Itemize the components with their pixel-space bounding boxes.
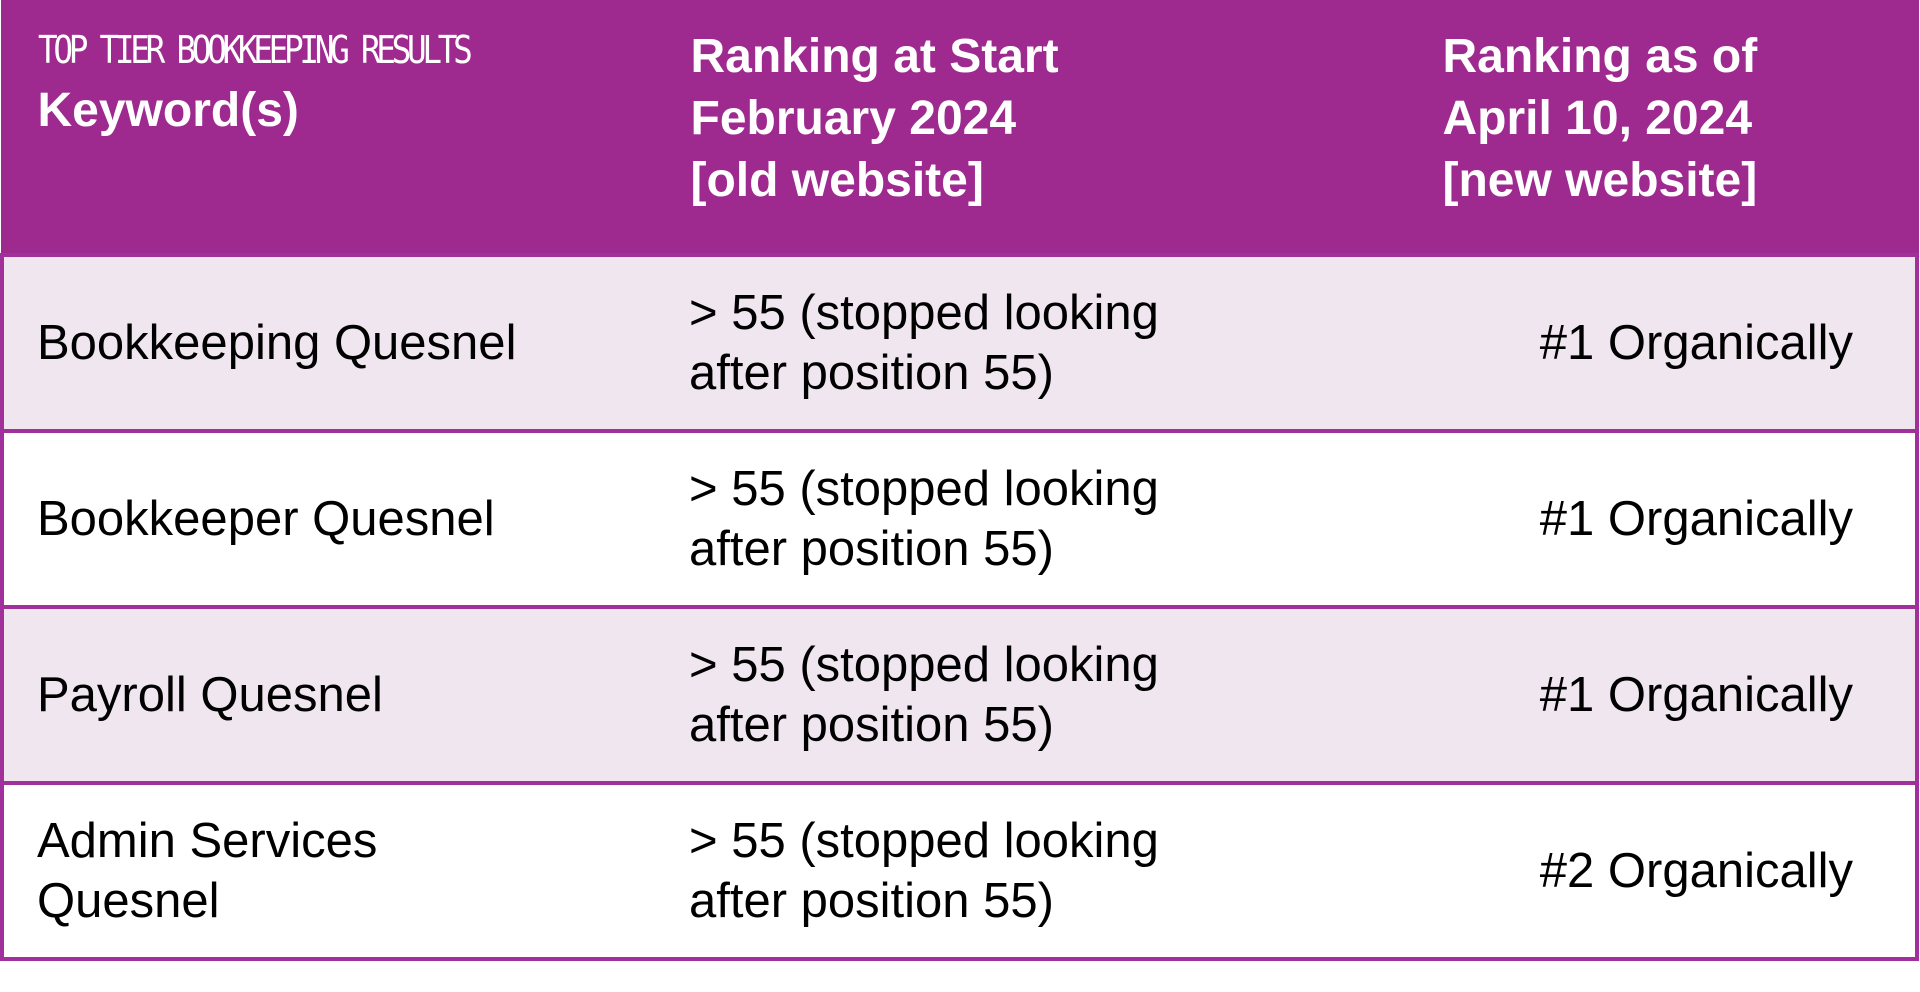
header-keywords-label: Keyword(s)	[37, 84, 299, 137]
header-keywords: TOP TIER BOOKKEEPING RESULTS Keyword(s)	[0, 0, 657, 255]
header-line: Ranking at Start	[690, 30, 1059, 83]
current-ranking-cell: #1 Organically	[1407, 429, 1919, 609]
header-line: [old website]	[690, 154, 984, 207]
start-ranking-cell: > 55 (stopped looking after position 55)	[655, 253, 1407, 433]
table-header-row: TOP TIER BOOKKEEPING RESULTS Keyword(s) …	[0, 0, 1919, 255]
header-ranking-current: Ranking as of April 10, 2024 [new websit…	[1405, 0, 1919, 255]
keyword-cell: Bookkeeping Quesnel	[0, 253, 655, 433]
current-ranking-cell: #1 Organically	[1407, 605, 1919, 785]
header-ranking-start: Ranking at Start February 2024 [old webs…	[653, 0, 1409, 255]
keyword-line: Quesnel	[37, 874, 220, 928]
current-ranking-cell: #2 Organically	[1407, 781, 1919, 961]
header-line: April 10, 2024	[1442, 92, 1753, 145]
keyword-line: Admin Services	[37, 814, 378, 868]
start-ranking-cell: > 55 (stopped looking after position 55)	[655, 605, 1407, 785]
start-ranking-line: > 55 (stopped looking	[689, 286, 1159, 340]
table-row: Payroll Quesnel > 55 (stopped looking af…	[0, 605, 1919, 785]
start-ranking-cell: > 55 (stopped looking after position 55)	[655, 429, 1407, 609]
keyword-cell: Bookkeeper Quesnel	[0, 429, 655, 609]
header-line: Ranking as of	[1442, 30, 1758, 83]
table-row: Bookkeeping Quesnel > 55 (stopped lookin…	[0, 253, 1919, 433]
start-ranking-line: after position 55)	[689, 522, 1054, 576]
table-row: Bookkeeper Quesnel > 55 (stopped looking…	[0, 429, 1919, 609]
start-ranking-line: after position 55)	[689, 874, 1054, 928]
start-ranking-line: after position 55)	[689, 346, 1054, 400]
start-ranking-line: > 55 (stopped looking	[689, 462, 1159, 516]
keyword-ranking-table: TOP TIER BOOKKEEPING RESULTS Keyword(s) …	[0, 0, 1919, 961]
keyword-cell: Payroll Quesnel	[0, 605, 655, 785]
start-ranking-cell: > 55 (stopped looking after position 55)	[655, 781, 1407, 961]
start-ranking-line: after position 55)	[689, 698, 1054, 752]
start-ranking-line: > 55 (stopped looking	[689, 638, 1159, 692]
start-ranking-line: > 55 (stopped looking	[689, 814, 1159, 868]
table-row: Admin Services Quesnel > 55 (stopped loo…	[0, 781, 1919, 961]
current-ranking-cell: #1 Organically	[1407, 253, 1919, 433]
header-line: February 2024	[690, 92, 1017, 145]
keyword-cell: Admin Services Quesnel	[0, 781, 655, 961]
header-line: [new website]	[1442, 154, 1758, 207]
brand-label: TOP TIER BOOKKEEPING RESULTS	[37, 28, 473, 72]
